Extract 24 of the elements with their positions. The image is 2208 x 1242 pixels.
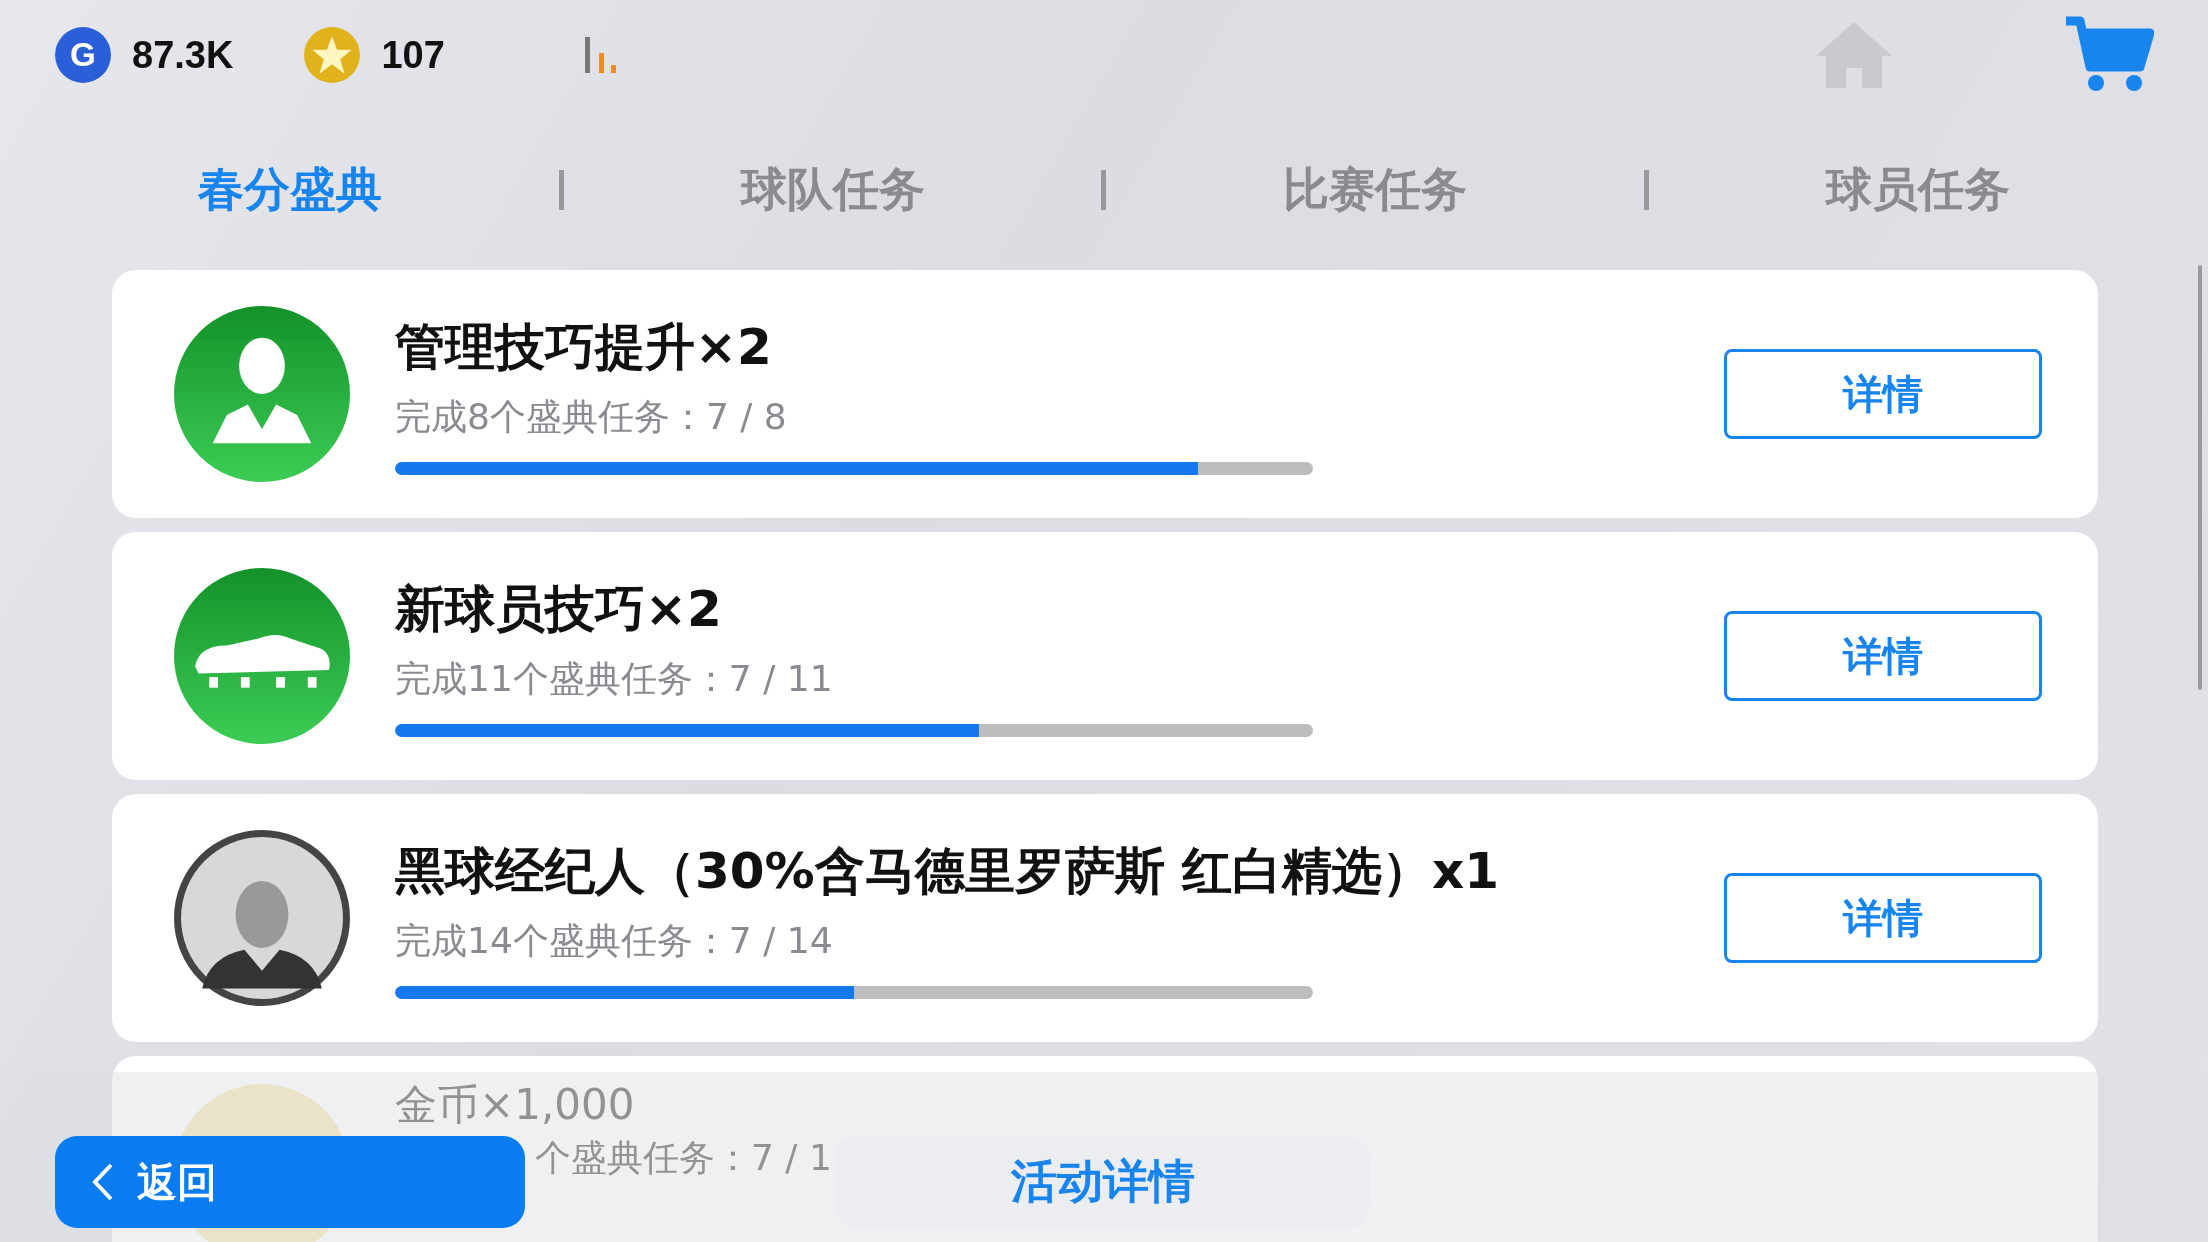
star-amount: 107 — [381, 33, 445, 77]
tab[interactable]: 球员任务 — [1825, 159, 2010, 221]
task-progress-text: 完成11个盛典任务：7 / 11 — [395, 656, 833, 701]
tab[interactable]: 比赛任务 — [1283, 159, 1468, 221]
tab[interactable]: 春分盛典 — [198, 159, 383, 221]
task-title: 金币×1,000 — [395, 1084, 635, 1126]
star-coin-icon — [303, 26, 362, 84]
task-progress-text: 个盛典任务：7 / 1 — [534, 1136, 832, 1180]
task-title: 黑球经纪人（30%含马德里罗萨斯 红白精选）x1 — [395, 840, 1500, 902]
back-button[interactable]: 返回 — [55, 1136, 525, 1228]
tab[interactable]: 球队任务 — [740, 159, 925, 221]
task-progress-text: 完成14个盛典任务：7 / 14 — [395, 918, 833, 963]
coin-amount: 87.3K — [132, 33, 234, 77]
chevron-left-icon — [91, 1162, 115, 1202]
task-progress-text: 完成8个盛典任务：7 / 8 — [395, 394, 787, 439]
agent-silhouette-icon — [174, 830, 350, 1006]
football-boot-icon — [174, 568, 350, 744]
g-coin-icon: G — [54, 26, 112, 84]
task-title: 管理技巧提升×2 — [395, 316, 772, 378]
task-title: 新球员技巧×2 — [395, 578, 722, 640]
details-button[interactable]: 详情 — [1724, 873, 2042, 963]
details-button[interactable]: 详情 — [1724, 349, 2042, 439]
manager-silhouette-icon — [174, 306, 350, 482]
details-button[interactable]: 详情 — [1724, 611, 2042, 701]
